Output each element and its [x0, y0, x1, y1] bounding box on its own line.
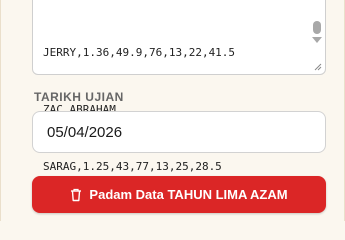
data-textarea[interactable]: JERRY,1.36,49.9,76,13,22,41.5 ZAC ABRAHA…	[32, 0, 326, 173]
date-input-value: 05/04/2026	[47, 124, 123, 141]
scrollbar-thumb[interactable]	[313, 21, 321, 34]
form-panel: JERRY,1.36,49.9,76,13,22,41.5 ZAC ABRAHA…	[0, 0, 345, 221]
trash-icon	[71, 188, 82, 201]
textarea-line: JERRY,1.36,49.9,76,13,22,41.5	[43, 46, 236, 59]
delete-button-label: Padam Data TAHUN LIMA AZAM	[89, 187, 288, 202]
scroll-down-arrow-icon[interactable]	[312, 37, 322, 43]
resize-handle-icon[interactable]	[314, 63, 322, 71]
textarea-line: SARAG,1.25,43,77,13,25,28.5	[43, 160, 222, 173]
date-input[interactable]: 05/04/2026	[32, 111, 326, 153]
date-field-label: TARIKH UJIAN	[34, 90, 124, 104]
delete-data-button[interactable]: Padam Data TAHUN LIMA AZAM	[32, 176, 326, 213]
textarea-scrollbar[interactable]	[312, 21, 322, 49]
